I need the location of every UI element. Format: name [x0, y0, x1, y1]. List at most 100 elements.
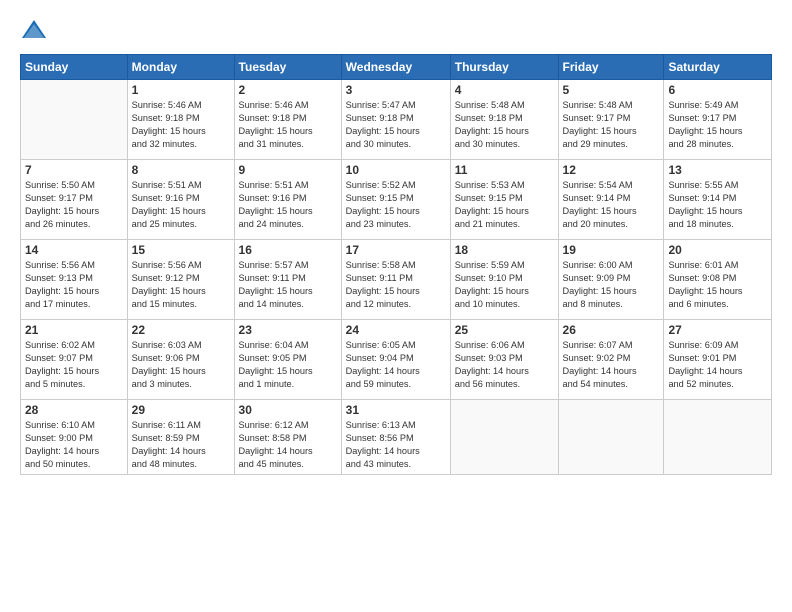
day-info: Sunrise: 6:12 AM Sunset: 8:58 PM Dayligh…	[239, 419, 337, 471]
day-number: 4	[455, 83, 554, 97]
day-info: Sunrise: 5:55 AM Sunset: 9:14 PM Dayligh…	[668, 179, 767, 231]
day-number: 5	[563, 83, 660, 97]
day-number: 8	[132, 163, 230, 177]
day-info: Sunrise: 5:57 AM Sunset: 9:11 PM Dayligh…	[239, 259, 337, 311]
calendar-table: SundayMondayTuesdayWednesdayThursdayFrid…	[20, 54, 772, 475]
weekday-header-monday: Monday	[127, 55, 234, 80]
day-number: 27	[668, 323, 767, 337]
day-number: 6	[668, 83, 767, 97]
day-number: 30	[239, 403, 337, 417]
day-info: Sunrise: 5:52 AM Sunset: 9:15 PM Dayligh…	[346, 179, 446, 231]
day-info: Sunrise: 6:04 AM Sunset: 9:05 PM Dayligh…	[239, 339, 337, 391]
day-info: Sunrise: 5:59 AM Sunset: 9:10 PM Dayligh…	[455, 259, 554, 311]
day-number: 14	[25, 243, 123, 257]
calendar-cell: 6 Sunrise: 5:49 AM Sunset: 9:17 PM Daylig…	[664, 80, 772, 160]
calendar-cell: 19Sunrise: 6:00 AM Sunset: 9:09 PM Dayli…	[558, 240, 664, 320]
calendar-cell: 17 Sunrise: 5:58 AM Sunset: 9:11 PM Dayli…	[341, 240, 450, 320]
day-info: Sunrise: 5:48 AM Sunset: 9:18 PM Dayligh…	[455, 99, 554, 151]
calendar-week-row: 7Sunrise: 5:50 AM Sunset: 9:17 PM Daylig…	[21, 160, 772, 240]
weekday-header-friday: Friday	[558, 55, 664, 80]
calendar-cell: 25Sunrise: 6:06 AM Sunset: 9:03 PM Dayli…	[450, 320, 558, 400]
day-info: Sunrise: 6:11 AM Sunset: 8:59 PM Dayligh…	[132, 419, 230, 471]
calendar-cell: 11Sunrise: 5:53 AM Sunset: 9:15 PM Dayli…	[450, 160, 558, 240]
calendar-cell: 27 Sunrise: 6:09 AM Sunset: 9:01 PM Dayli…	[664, 320, 772, 400]
calendar-cell: 9 Sunrise: 5:51 AM Sunset: 9:16 PM Daylig…	[234, 160, 341, 240]
calendar-cell	[558, 400, 664, 475]
day-info: Sunrise: 5:51 AM Sunset: 9:16 PM Dayligh…	[132, 179, 230, 231]
day-info: Sunrise: 5:56 AM Sunset: 9:12 PM Dayligh…	[132, 259, 230, 311]
calendar-cell: 29 Sunrise: 6:11 AM Sunset: 8:59 PM Dayli…	[127, 400, 234, 475]
day-info: Sunrise: 6:01 AM Sunset: 9:08 PM Dayligh…	[668, 259, 767, 311]
day-number: 2	[239, 83, 337, 97]
calendar-cell	[21, 80, 128, 160]
day-number: 12	[563, 163, 660, 177]
calendar-header-row: SundayMondayTuesdayWednesdayThursdayFrid…	[21, 55, 772, 80]
calendar-cell: 22Sunrise: 6:03 AM Sunset: 9:06 PM Dayli…	[127, 320, 234, 400]
day-number: 21	[25, 323, 123, 337]
day-number: 15	[132, 243, 230, 257]
day-info: Sunrise: 5:49 AM Sunset: 9:17 PM Dayligh…	[668, 99, 767, 151]
day-number: 22	[132, 323, 230, 337]
day-number: 9	[239, 163, 337, 177]
day-info: Sunrise: 6:05 AM Sunset: 9:04 PM Dayligh…	[346, 339, 446, 391]
calendar-cell: 10 Sunrise: 5:52 AM Sunset: 9:15 PM Dayli…	[341, 160, 450, 240]
calendar-cell: 16 Sunrise: 5:57 AM Sunset: 9:11 PM Dayli…	[234, 240, 341, 320]
day-number: 1	[132, 83, 230, 97]
calendar-week-row: 1Sunrise: 5:46 AM Sunset: 9:18 PM Daylig…	[21, 80, 772, 160]
day-number: 26	[563, 323, 660, 337]
weekday-header-wednesday: Wednesday	[341, 55, 450, 80]
calendar-cell: 7Sunrise: 5:50 AM Sunset: 9:17 PM Daylig…	[21, 160, 128, 240]
calendar-cell: 13 Sunrise: 5:55 AM Sunset: 9:14 PM Dayli…	[664, 160, 772, 240]
day-info: Sunrise: 5:58 AM Sunset: 9:11 PM Dayligh…	[346, 259, 446, 311]
weekday-header-thursday: Thursday	[450, 55, 558, 80]
day-number: 3	[346, 83, 446, 97]
day-info: Sunrise: 6:09 AM Sunset: 9:01 PM Dayligh…	[668, 339, 767, 391]
day-number: 31	[346, 403, 446, 417]
calendar-cell: 14 Sunrise: 5:56 AM Sunset: 9:13 PM Dayli…	[21, 240, 128, 320]
day-info: Sunrise: 5:48 AM Sunset: 9:17 PM Dayligh…	[563, 99, 660, 151]
day-number: 18	[455, 243, 554, 257]
calendar-week-row: 21 Sunrise: 6:02 AM Sunset: 9:07 PM Dayli…	[21, 320, 772, 400]
calendar-cell: 31 Sunrise: 6:13 AM Sunset: 8:56 PM Dayli…	[341, 400, 450, 475]
day-info: Sunrise: 6:10 AM Sunset: 9:00 PM Dayligh…	[25, 419, 123, 471]
calendar-cell: 15 Sunrise: 5:56 AM Sunset: 9:12 PM Dayli…	[127, 240, 234, 320]
calendar-cell: 8 Sunrise: 5:51 AM Sunset: 9:16 PM Daylig…	[127, 160, 234, 240]
page: SundayMondayTuesdayWednesdayThursdayFrid…	[0, 0, 792, 612]
day-number: 17	[346, 243, 446, 257]
day-number: 29	[132, 403, 230, 417]
header	[20, 16, 772, 44]
day-info: Sunrise: 6:07 AM Sunset: 9:02 PM Dayligh…	[563, 339, 660, 391]
day-number: 23	[239, 323, 337, 337]
day-info: Sunrise: 6:02 AM Sunset: 9:07 PM Dayligh…	[25, 339, 123, 391]
weekday-header-tuesday: Tuesday	[234, 55, 341, 80]
calendar-cell: 20 Sunrise: 6:01 AM Sunset: 9:08 PM Dayli…	[664, 240, 772, 320]
day-info: Sunrise: 5:53 AM Sunset: 9:15 PM Dayligh…	[455, 179, 554, 231]
day-info: Sunrise: 5:56 AM Sunset: 9:13 PM Dayligh…	[25, 259, 123, 311]
day-number: 19	[563, 243, 660, 257]
day-info: Sunrise: 6:13 AM Sunset: 8:56 PM Dayligh…	[346, 419, 446, 471]
weekday-header-saturday: Saturday	[664, 55, 772, 80]
calendar-cell: 24Sunrise: 6:05 AM Sunset: 9:04 PM Dayli…	[341, 320, 450, 400]
calendar-cell: 28Sunrise: 6:10 AM Sunset: 9:00 PM Dayli…	[21, 400, 128, 475]
calendar-cell: 23 Sunrise: 6:04 AM Sunset: 9:05 PM Dayli…	[234, 320, 341, 400]
calendar-cell: 5 Sunrise: 5:48 AM Sunset: 9:17 PM Daylig…	[558, 80, 664, 160]
day-number: 10	[346, 163, 446, 177]
logo-icon	[20, 16, 48, 44]
weekday-header-sunday: Sunday	[21, 55, 128, 80]
calendar-cell: 4 Sunrise: 5:48 AM Sunset: 9:18 PM Daylig…	[450, 80, 558, 160]
calendar-cell: 1Sunrise: 5:46 AM Sunset: 9:18 PM Daylig…	[127, 80, 234, 160]
logo	[20, 16, 52, 44]
calendar-cell: 21 Sunrise: 6:02 AM Sunset: 9:07 PM Dayli…	[21, 320, 128, 400]
day-info: Sunrise: 5:54 AM Sunset: 9:14 PM Dayligh…	[563, 179, 660, 231]
calendar-cell	[450, 400, 558, 475]
day-number: 25	[455, 323, 554, 337]
day-info: Sunrise: 5:47 AM Sunset: 9:18 PM Dayligh…	[346, 99, 446, 151]
calendar-week-row: 14 Sunrise: 5:56 AM Sunset: 9:13 PM Dayli…	[21, 240, 772, 320]
day-info: Sunrise: 5:51 AM Sunset: 9:16 PM Dayligh…	[239, 179, 337, 231]
day-number: 13	[668, 163, 767, 177]
calendar-cell: 12 Sunrise: 5:54 AM Sunset: 9:14 PM Dayli…	[558, 160, 664, 240]
calendar-cell: 2Sunrise: 5:46 AM Sunset: 9:18 PM Daylig…	[234, 80, 341, 160]
day-number: 20	[668, 243, 767, 257]
day-number: 16	[239, 243, 337, 257]
calendar-cell: 26 Sunrise: 6:07 AM Sunset: 9:02 PM Dayli…	[558, 320, 664, 400]
